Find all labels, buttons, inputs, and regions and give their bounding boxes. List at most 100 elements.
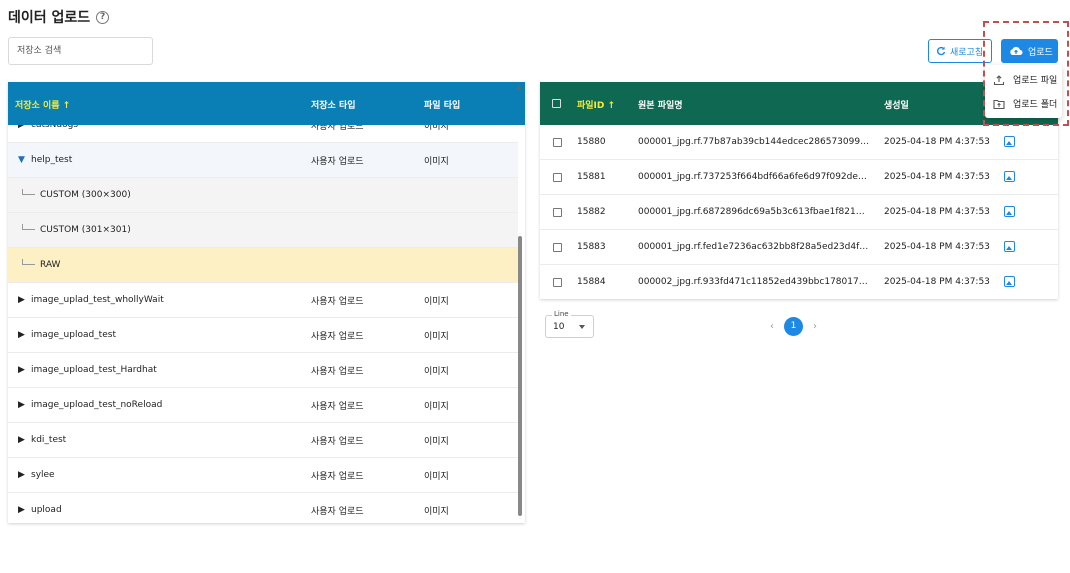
col-header-file-type[interactable]: 파일 타입	[424, 98, 460, 111]
prev-page-icon[interactable]: ‹	[770, 321, 774, 332]
image-icon[interactable]	[1004, 206, 1015, 217]
menu-item-label: 업로드 파일	[1013, 76, 1058, 86]
tree-child-row[interactable]: CUSTOM (301×301)	[8, 213, 518, 248]
triangle-right-icon[interactable]: ▶	[18, 125, 26, 130]
page-button-current[interactable]: 1	[784, 317, 803, 336]
upload-label: 업로드	[1028, 47, 1053, 58]
repo-type: 사용자 업로드	[311, 366, 364, 377]
table-row[interactable]: 15881 000001_jpg.rf.737253f664bdf66a6fe6…	[540, 160, 1058, 195]
table-row[interactable]: 15880 000001_jpg.rf.77b87ab39cb144edcec2…	[540, 125, 1058, 160]
triangle-right-icon[interactable]: ▶	[18, 470, 26, 480]
col-header-repo-name[interactable]: 저장소 이름 ↑	[15, 98, 70, 111]
triangle-right-icon[interactable]: ▶	[18, 295, 26, 305]
row-checkbox[interactable]	[553, 208, 562, 217]
table-row[interactable]: ▶ image_uplad_test_whollyWait 사용자 업로드 이미지	[8, 283, 518, 318]
repo-name: image_upload_test_noReload	[31, 400, 163, 410]
table-row[interactable]: ▶ sylee 사용자 업로드 이미지	[8, 458, 518, 493]
rows-per-page-select[interactable]: Line 10	[545, 310, 594, 338]
file-id: 15883	[577, 242, 606, 252]
repo-file-type: 이미지	[424, 471, 449, 482]
table-row[interactable]: 15884 000002_jpg.rf.933fd471c11852ed439b…	[540, 265, 1058, 299]
repository-table-header: 저장소 이름 ↑ 저장소 타입 파일 타입	[8, 82, 525, 125]
table-row[interactable]: ▶ kdi_test 사용자 업로드 이미지	[8, 423, 518, 458]
rows-per-page-value: 10	[553, 322, 565, 332]
image-icon[interactable]	[1004, 241, 1015, 252]
repo-name: kdi_test	[31, 435, 67, 445]
triangle-right-icon[interactable]: ▶	[18, 435, 26, 445]
tree-elbow	[22, 189, 35, 195]
repo-name: catsNdogs	[31, 125, 79, 130]
file-name: 000001_jpg.rf.737253f664bdf66a6fe6d97f09…	[638, 172, 870, 182]
triangle-right-icon[interactable]: ▶	[18, 365, 26, 375]
repo-name: sylee	[31, 470, 55, 480]
image-icon[interactable]	[1004, 171, 1015, 182]
file-name: 000002_jpg.rf.933fd471c11852ed439bbc1780…	[638, 277, 870, 287]
tree-child-row[interactable]: CUSTOM (300×300)	[8, 178, 518, 213]
table-row[interactable]: ▶ catsNdogs 사용자 업로드 이미지	[8, 125, 518, 143]
table-row[interactable]: 15883 000001_jpg.rf.fed1e7236ac632bb8f28…	[540, 230, 1058, 265]
help-icon[interactable]: ?	[96, 10, 110, 24]
repo-type: 사용자 업로드	[311, 331, 364, 342]
repo-file-type: 이미지	[424, 436, 449, 447]
row-checkbox[interactable]	[553, 278, 562, 287]
table-row[interactable]: ▶ image_upload_test 사용자 업로드 이미지	[8, 318, 518, 353]
file-id: 15880	[577, 137, 606, 147]
file-created: 2025-04-18 PM 4:37:53	[884, 242, 990, 252]
tree-elbow	[22, 259, 35, 265]
scrollbar-thumb[interactable]	[518, 236, 522, 516]
file-created: 2025-04-18 PM 4:37:53	[884, 172, 990, 182]
tree-child-row-selected[interactable]: RAW	[8, 248, 518, 283]
table-row[interactable]: ▶ image_upload_test_noReload 사용자 업로드 이미지	[8, 388, 518, 423]
repo-type: 사용자 업로드	[311, 125, 364, 132]
file-id: 15884	[577, 277, 606, 287]
scroll-up-icon[interactable]: ▲	[517, 84, 522, 91]
select-all-checkbox[interactable]	[552, 99, 561, 108]
col-header-created[interactable]: 생성일	[884, 98, 909, 111]
repo-type: 사용자 업로드	[311, 506, 364, 517]
triangle-right-icon[interactable]: ▶	[18, 400, 26, 410]
triangle-right-icon[interactable]: ▶	[18, 505, 26, 515]
page-title: 데이터 업로드 ?	[8, 7, 110, 27]
repo-file-type: 이미지	[424, 296, 449, 307]
tree-elbow	[22, 224, 35, 230]
repo-file-type: 이미지	[424, 156, 449, 167]
table-row[interactable]: ▼ help_test 사용자 업로드 이미지	[8, 143, 518, 178]
repo-file-type: 이미지	[424, 401, 449, 412]
file-created: 2025-04-18 PM 4:37:53	[884, 207, 990, 217]
upload-menu: 업로드 파일 업로드 폴더	[985, 65, 1062, 118]
menu-item-upload-folder[interactable]: 업로드 폴더	[993, 97, 1057, 110]
upload-button[interactable]: 업로드	[1001, 39, 1058, 63]
page-title-text: 데이터 업로드	[8, 10, 91, 26]
refresh-button[interactable]: 새로고침	[928, 39, 992, 63]
repo-file-type: 이미지	[424, 366, 449, 377]
file-created: 2025-04-18 PM 4:37:53	[884, 137, 990, 147]
repo-name: image_upload_test	[31, 330, 116, 340]
image-icon[interactable]	[1004, 276, 1015, 287]
row-checkbox[interactable]	[553, 173, 562, 182]
table-row[interactable]: ▶ upload 사용자 업로드 이미지	[8, 493, 518, 523]
vertical-scrollbar[interactable]: ▲	[517, 82, 523, 523]
image-icon[interactable]	[1004, 136, 1015, 147]
repo-type: 사용자 업로드	[311, 471, 364, 482]
col-header-file-id[interactable]: 파일ID ↑	[577, 98, 615, 111]
child-name: RAW	[40, 260, 61, 270]
file-name: 000001_jpg.rf.77b87ab39cb144edcec2865730…	[638, 137, 870, 147]
rows-per-page-label: Line	[552, 310, 571, 318]
triangle-right-icon[interactable]: ▶	[18, 330, 26, 340]
next-page-icon[interactable]: ›	[813, 321, 817, 332]
child-name: CUSTOM (301×301)	[40, 225, 131, 235]
row-checkbox[interactable]	[553, 138, 562, 147]
folder-upload-icon	[993, 99, 1005, 109]
col-header-repo-type[interactable]: 저장소 타입	[311, 98, 356, 111]
col-header-original-filename[interactable]: 원본 파일명	[638, 98, 683, 111]
file-name: 000001_jpg.rf.6872896dc69a5b3c613fbae1f8…	[638, 207, 870, 217]
table-row[interactable]: 15882 000001_jpg.rf.6872896dc69a5b3c613f…	[540, 195, 1058, 230]
menu-item-upload-file[interactable]: 업로드 파일	[993, 73, 1057, 86]
repository-search-input[interactable]	[8, 37, 153, 65]
table-row[interactable]: ▶ image_upload_test_Hardhat 사용자 업로드 이미지	[8, 353, 518, 388]
repository-table: 저장소 이름 ↑ 저장소 타입 파일 타입 ▶ catsNdogs 사용자 업로드…	[8, 82, 525, 523]
triangle-down-icon[interactable]: ▼	[18, 155, 26, 165]
repo-type: 사용자 업로드	[311, 436, 364, 447]
repo-name: image_upload_test_Hardhat	[31, 365, 157, 375]
row-checkbox[interactable]	[553, 243, 562, 252]
